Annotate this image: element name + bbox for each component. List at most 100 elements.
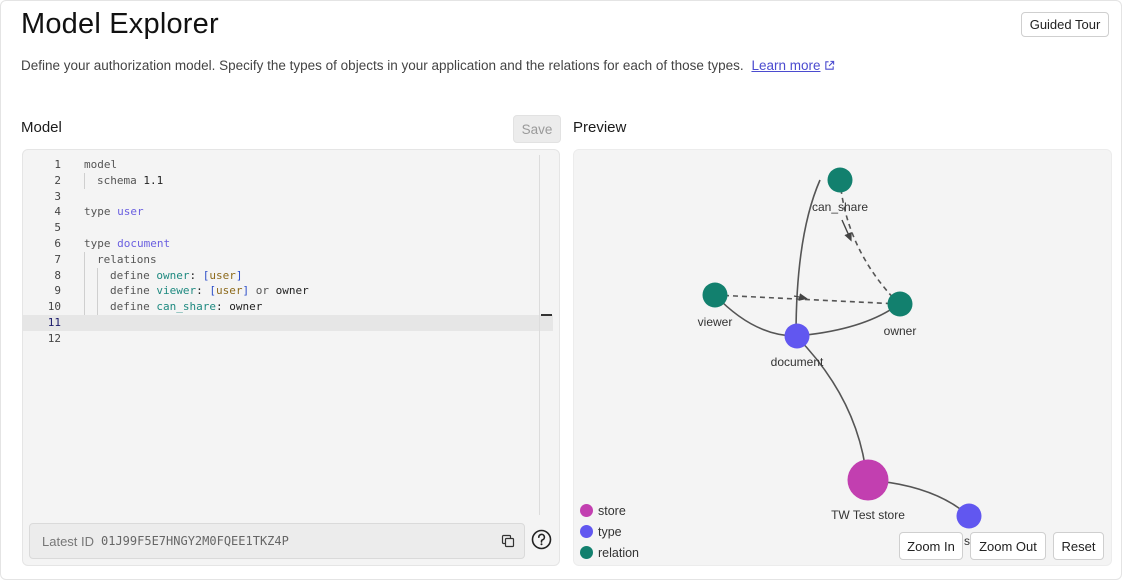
node-can-share[interactable]: can_share <box>812 167 868 215</box>
code-text: define viewer: [user] or owner <box>84 283 309 300</box>
model-code-editor[interactable]: 1 model 2 schema 1.1 3 4 type user 5 6 type docum… <box>22 149 560 566</box>
code-token: owner <box>275 284 309 298</box>
code-token: schema <box>97 173 144 187</box>
legend-label: type <box>598 524 622 539</box>
code-token: : <box>196 284 210 298</box>
code-token: viewer <box>156 284 197 298</box>
code-token: define <box>110 284 157 298</box>
legend-label: store <box>598 503 626 518</box>
node-label-store: TW Test store <box>831 508 905 522</box>
latest-id-value: 01J99F5E7HNGY2M0FQEE1TKZ4P <box>101 534 289 548</box>
node-label-document: document <box>771 355 824 369</box>
code-token: relations <box>97 252 157 266</box>
code-token: [ <box>209 284 216 298</box>
node-store[interactable]: TW Test store <box>831 459 905 523</box>
legend-swatch <box>580 546 593 559</box>
preview-section-title: Preview <box>573 119 627 136</box>
line-number: 3 <box>54 189 61 203</box>
code-line[interactable]: 4 type user <box>23 204 553 220</box>
line-number: 1 <box>54 158 61 171</box>
learn-more-link[interactable]: Learn more <box>751 58 835 73</box>
code-text: define can_share: owner <box>84 299 262 315</box>
indent-guide <box>84 299 97 315</box>
guided-tour-button[interactable]: Guided Tour <box>1021 12 1109 37</box>
code-token: : <box>215 300 230 314</box>
code-text: relations <box>84 251 157 268</box>
code-line[interactable]: 7 relations <box>23 251 553 268</box>
legend-label: relation <box>598 545 639 560</box>
code-token: user <box>209 268 236 282</box>
zoom-in-button[interactable]: Zoom In <box>899 532 963 560</box>
node-owner[interactable]: owner <box>884 291 917 339</box>
node-document[interactable]: document <box>771 323 824 370</box>
code-line[interactable]: 10 define can_share: owner <box>23 299 553 315</box>
code-text: define owner: [user] <box>84 267 243 284</box>
code-token: owner <box>156 268 190 282</box>
indent-guide <box>97 267 110 284</box>
model-preview-graph[interactable]: can_share viewer owner document TW Test … <box>573 149 1112 566</box>
node-label-owner: owner <box>884 324 917 338</box>
indent-guide <box>97 283 110 300</box>
line-number: 6 <box>54 236 61 250</box>
latest-id-field: Latest ID 01J99F5E7HNGY2M0FQEE1TKZ4P <box>29 523 525 559</box>
code-line[interactable]: 6 type document <box>23 236 553 252</box>
code-line[interactable]: 2 schema 1.1 <box>23 172 553 189</box>
code-text: type document <box>84 236 170 252</box>
code-text: schema 1.1 <box>84 172 164 189</box>
line-number: 11 <box>47 315 61 329</box>
edge-viewer-owner <box>714 294 900 305</box>
legend-swatch <box>580 504 593 517</box>
edge-arrow-can-share <box>841 219 852 242</box>
line-number: 4 <box>54 205 61 219</box>
code-line[interactable]: 3 <box>23 189 553 205</box>
code-token: user <box>215 284 243 298</box>
node-label-can-share: can_share <box>812 200 868 214</box>
code-text: type user <box>84 204 144 220</box>
code-token: type <box>84 205 118 219</box>
line-number: 2 <box>54 173 61 187</box>
legend-item-type: type <box>580 521 639 542</box>
copy-icon[interactable] <box>501 534 515 548</box>
line-number: 10 <box>47 300 61 314</box>
help-icon[interactable] <box>531 529 552 550</box>
code-token: ] <box>235 268 243 282</box>
indent-guide <box>84 283 97 300</box>
description-text: Define your authorization model. Specify… <box>21 58 744 73</box>
edge-can-share-owner <box>839 179 900 305</box>
code-line[interactable]: 8 define owner: [user] <box>23 267 553 284</box>
node-label-viewer: viewer <box>698 315 733 329</box>
code-line[interactable]: 9 define viewer: [user] or owner <box>23 283 553 300</box>
legend-item-relation: relation <box>580 542 639 563</box>
legend-item-store: store <box>580 500 639 521</box>
code-token: define <box>110 268 157 282</box>
code-token: type <box>84 236 118 250</box>
latest-id-label: Latest ID <box>42 534 95 549</box>
graph-legend: store type relation <box>580 500 639 563</box>
code-token: document <box>117 236 171 250</box>
line-number: 7 <box>54 252 61 266</box>
model-section-title: Model <box>21 119 62 136</box>
code-line[interactable]: 11 <box>23 314 553 331</box>
code-lines[interactable]: 1 model 2 schema 1.1 3 4 type user 5 6 type docum… <box>23 157 553 347</box>
save-button[interactable]: Save <box>513 115 561 143</box>
line-number: 12 <box>47 331 61 345</box>
zoom-out-button[interactable]: Zoom Out <box>970 532 1046 560</box>
external-link-icon <box>825 60 835 70</box>
code-token: 1.1 <box>143 173 164 187</box>
line-number: 9 <box>54 284 61 298</box>
code-token: owner <box>229 300 263 314</box>
line-number: 5 <box>54 221 61 235</box>
code-token: user <box>117 205 144 219</box>
page-description: Define your authorization model. Specify… <box>21 58 835 73</box>
editor-scrollbar[interactable] <box>539 155 540 515</box>
reset-button[interactable]: Reset <box>1053 532 1104 560</box>
relationship-graph[interactable]: can_share viewer owner document TW Test … <box>574 150 1111 565</box>
code-token: define <box>110 300 157 314</box>
code-line[interactable]: 5 <box>23 220 553 236</box>
code-line[interactable]: 12 <box>23 331 553 347</box>
legend-swatch <box>580 525 593 538</box>
code-token: can_share <box>156 300 216 314</box>
code-line[interactable]: 1 model <box>23 157 553 173</box>
code-token: model <box>84 158 118 171</box>
indent-guide <box>84 267 97 284</box>
